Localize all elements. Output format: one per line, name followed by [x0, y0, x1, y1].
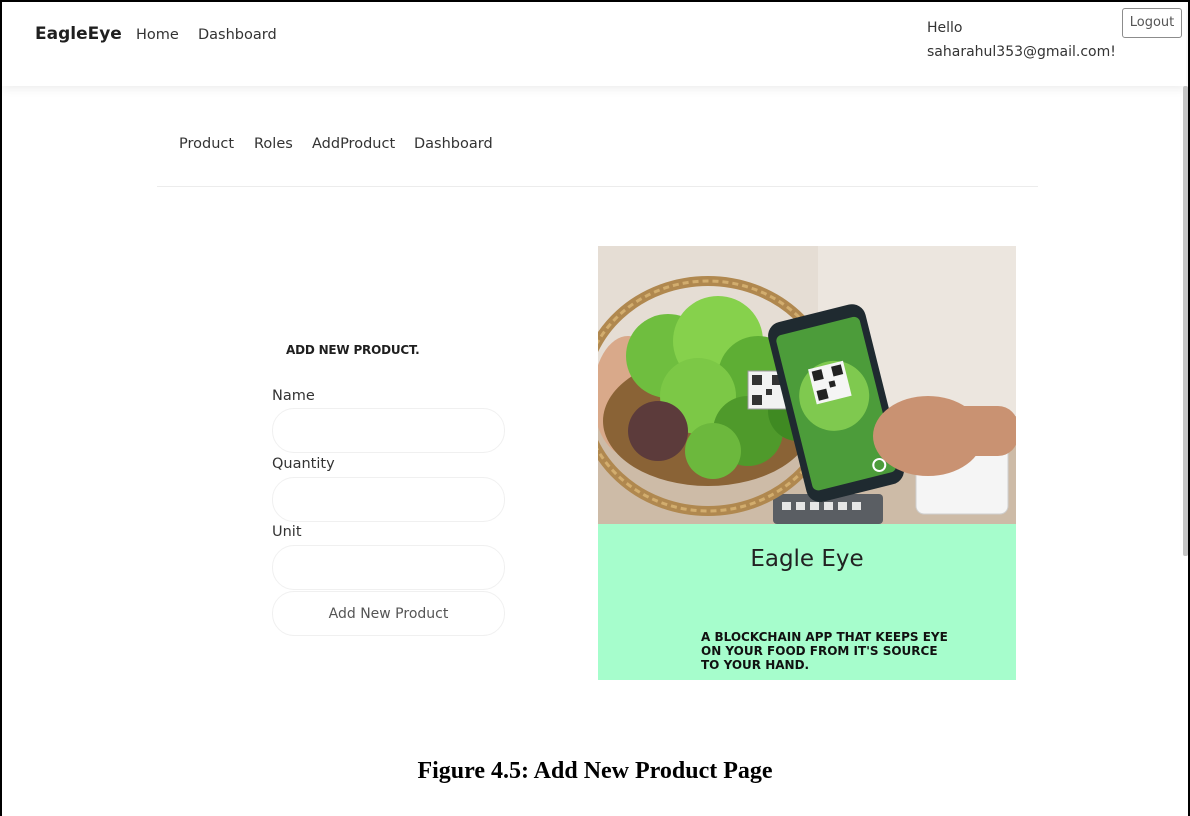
subnav-link-dashboard[interactable]: Dashboard [414, 136, 493, 152]
page-scrollbar[interactable] [1183, 86, 1188, 556]
app-tagline: A BLOCKCHAIN APP THAT KEEPS EYE ON YOUR … [701, 630, 948, 672]
app-info-panel: Eagle Eye A BLOCKCHAIN APP THAT KEEPS EY… [598, 524, 1016, 680]
subnav-divider [157, 186, 1038, 187]
nav-link-dashboard[interactable]: Dashboard [198, 27, 277, 43]
quantity-input[interactable] [272, 477, 505, 522]
add-new-product-button[interactable]: Add New Product [272, 591, 505, 636]
nav-link-home[interactable]: Home [136, 27, 179, 43]
subnav-link-addproduct[interactable]: AddProduct [312, 136, 395, 152]
logout-button[interactable]: Logout [1122, 8, 1182, 38]
app-title: Eagle Eye [750, 546, 864, 572]
subnav-link-product[interactable]: Product [179, 136, 234, 152]
user-greeting: Hello saharahul353@gmail.com! [927, 16, 1116, 64]
form-title: ADD NEW PRODUCT. [286, 343, 420, 357]
quantity-label: Quantity [272, 456, 335, 472]
subnav-link-roles[interactable]: Roles [254, 136, 293, 152]
top-navbar: EagleEye Home Dashboard Hello saharahul3… [2, 2, 1186, 86]
greeting-email: saharahul353@gmail.com! [927, 44, 1116, 60]
figure-caption: Figure 4.5: Add New Product Page [417, 758, 773, 784]
produce-qr-scan-photo [598, 246, 1016, 524]
name-input[interactable] [272, 408, 505, 453]
brand-logo[interactable]: EagleEye [35, 24, 122, 44]
unit-input[interactable] [272, 545, 505, 590]
unit-label: Unit [272, 524, 302, 540]
name-label: Name [272, 388, 315, 404]
greeting-hello: Hello [927, 20, 963, 36]
